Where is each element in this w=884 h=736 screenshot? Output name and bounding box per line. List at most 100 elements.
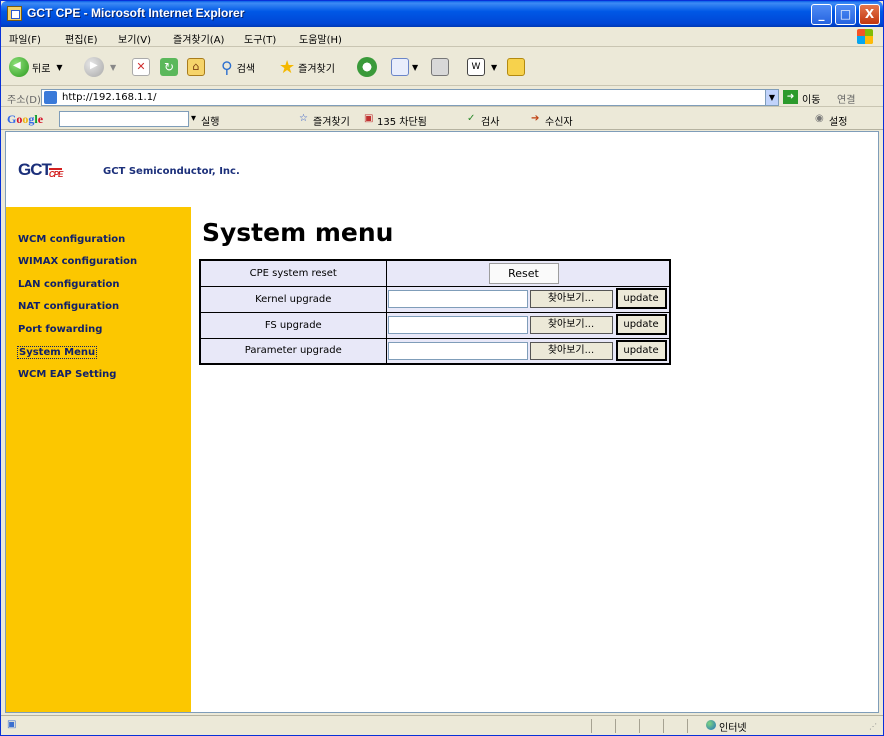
status-divider (591, 719, 592, 733)
go-arrow-icon[interactable]: ➜ (783, 90, 798, 104)
close-button[interactable]: X (859, 4, 880, 25)
nav-wimax-configuration[interactable]: WIMAX configuration (18, 256, 137, 267)
chevron-down-icon: ▼ (56, 62, 63, 72)
browser-window: GCT CPE - Microsoft Internet Explorer _ … (0, 0, 884, 736)
google-search-dropdown-icon[interactable]: ▾ (191, 113, 196, 124)
minimize-button[interactable]: _ (811, 4, 832, 25)
title-bar[interactable]: GCT CPE - Microsoft Internet Explorer _ … (1, 1, 883, 27)
favorites-label: 즐겨찾기 (298, 63, 335, 75)
google-search-button[interactable]: 실행 (201, 113, 219, 128)
maximize-button[interactable]: □ (835, 4, 856, 25)
page-content: GCTCPE GCT Semiconductor, Inc. WCM confi… (5, 131, 879, 713)
autofill-button[interactable]: 수신자 (545, 113, 573, 128)
windows-logo-icon (857, 29, 873, 44)
standard-toolbar: 뒤로 ▼ ▼ ✕ ↻ ⌂ ⚲ 검색 ★ 즐겨찾기 ▼ (1, 48, 883, 86)
nav-nat-configuration[interactable]: NAT configuration (18, 301, 119, 312)
google-toolbar: Google ▾ 실행 ☆ 즐겨찾기 ▣ 135 차단됨 ✓ 검사 ➔ 수신자 … (1, 108, 883, 130)
kernel-update-button[interactable]: update (615, 287, 667, 309)
history-button[interactable] (357, 56, 377, 78)
print-button[interactable] (431, 56, 449, 78)
menu-bar: 파일(F) 편집(E) 보기(V) 즐겨찾기(A) 도구(T) 도움말(H) (1, 27, 883, 47)
word-icon: W (467, 58, 485, 76)
spellcheck-icon: ✓ (467, 113, 476, 124)
table-row: Kernel upgrade 찾아보기... update (199, 285, 671, 313)
fs-update-button[interactable]: update (615, 313, 667, 335)
parameter-upgrade-label: Parameter upgrade (199, 337, 387, 365)
kernel-upgrade-cell: 찾아보기... update (385, 285, 671, 313)
address-input[interactable]: http://192.168.1.1/ (41, 89, 767, 106)
forward-button[interactable]: ▼ (84, 56, 116, 78)
resize-grip-icon[interactable]: ⋰ (869, 722, 877, 731)
fs-upgrade-label: FS upgrade (199, 311, 387, 339)
company-name: GCT Semiconductor, Inc. (103, 166, 240, 177)
reset-label: CPE system reset (199, 259, 387, 287)
star-icon: ★ (279, 56, 296, 78)
status-divider (663, 719, 664, 733)
table-row: CPE system reset Reset (199, 259, 671, 287)
nav-wcm-configuration[interactable]: WCM configuration (18, 234, 125, 245)
page-title: System menu (202, 218, 394, 247)
menu-favorites[interactable]: 즐겨찾기(A) (173, 31, 224, 46)
search-label: 검색 (236, 63, 256, 75)
menu-help[interactable]: 도움말(H) (299, 31, 342, 46)
menu-file[interactable]: 파일(F) (9, 31, 41, 46)
back-label: 뒤로 (32, 63, 51, 75)
fs-browse-button[interactable]: 찾아보기... (529, 315, 613, 334)
menu-view[interactable]: 보기(V) (118, 31, 151, 46)
address-dropdown-icon[interactable]: ▼ (765, 89, 779, 106)
nav-port-forwarding[interactable]: Port fowarding (18, 324, 102, 335)
gct-logo: GCTCPE (18, 160, 63, 180)
google-logo[interactable]: Google (7, 112, 43, 127)
stop-button[interactable]: ✕ (132, 56, 150, 78)
kernel-upgrade-label: Kernel upgrade (199, 285, 387, 313)
mail-button[interactable]: ▼ (391, 56, 418, 78)
links-button[interactable]: 연결 (837, 91, 855, 106)
stop-icon: ✕ (132, 58, 150, 76)
spellcheck-button[interactable]: 검사 (481, 113, 499, 128)
google-favorites-button[interactable]: 즐겨찾기 (313, 113, 350, 128)
fs-file-input[interactable] (387, 315, 528, 334)
window-title: GCT CPE - Microsoft Internet Explorer (27, 6, 245, 20)
edit-button[interactable]: W ▼ (467, 56, 497, 78)
logo-text: GCT (18, 160, 52, 179)
popup-blocker-button[interactable]: 135 차단됨 (377, 113, 427, 128)
back-button[interactable]: 뒤로 ▼ (9, 56, 63, 78)
chevron-down-icon: ▼ (412, 62, 419, 72)
google-search-input[interactable] (59, 111, 189, 127)
parameter-upgrade-cell: 찾아보기... update (385, 337, 671, 365)
chevron-down-icon: ▼ (491, 62, 498, 72)
nav-lan-configuration[interactable]: LAN configuration (18, 279, 119, 290)
status-divider (687, 719, 688, 733)
printer-icon (431, 58, 449, 76)
refresh-button[interactable]: ↻ (160, 56, 178, 78)
address-bar: 주소(D) http://192.168.1.1/ ▼ ➜ 이동 연결 (1, 87, 883, 107)
parameter-update-button[interactable]: update (615, 339, 667, 361)
reset-button[interactable]: Reset (488, 263, 559, 284)
nav-wcm-eap-setting[interactable]: WCM EAP Setting (18, 369, 116, 380)
status-bar: ▣ 인터넷 ⋰ (1, 715, 883, 735)
nav-system-menu[interactable]: System Menu (17, 346, 98, 359)
star-icon: ☆ (299, 113, 308, 124)
kernel-file-input[interactable] (387, 289, 528, 308)
go-button[interactable]: 이동 (802, 91, 820, 106)
status-divider (639, 719, 640, 733)
menu-tools[interactable]: 도구(T) (244, 31, 276, 46)
search-button[interactable]: ⚲ 검색 (221, 56, 255, 78)
globe-icon (706, 720, 716, 730)
chevron-down-icon: ▼ (110, 62, 117, 72)
parameter-file-input[interactable] (387, 341, 528, 360)
messenger-button[interactable] (507, 56, 525, 78)
kernel-browse-button[interactable]: 찾아보기... (529, 289, 613, 308)
mail-icon (391, 58, 409, 76)
favorites-button[interactable]: ★ 즐겨찾기 (279, 56, 335, 78)
system-menu-table: CPE system reset Reset Kernel upgrade 찾아… (199, 259, 671, 365)
menu-edit[interactable]: 편집(E) (65, 31, 98, 46)
refresh-icon: ↻ (160, 58, 178, 76)
page-status-icon: ▣ (7, 719, 17, 730)
popup-blocker-icon: ▣ (364, 113, 374, 124)
google-settings-button[interactable]: 설정 (829, 113, 847, 128)
security-zone: 인터넷 (719, 723, 747, 734)
home-button[interactable]: ⌂ (187, 56, 205, 78)
parameter-browse-button[interactable]: 찾아보기... (529, 341, 613, 360)
folder-icon (507, 58, 525, 76)
